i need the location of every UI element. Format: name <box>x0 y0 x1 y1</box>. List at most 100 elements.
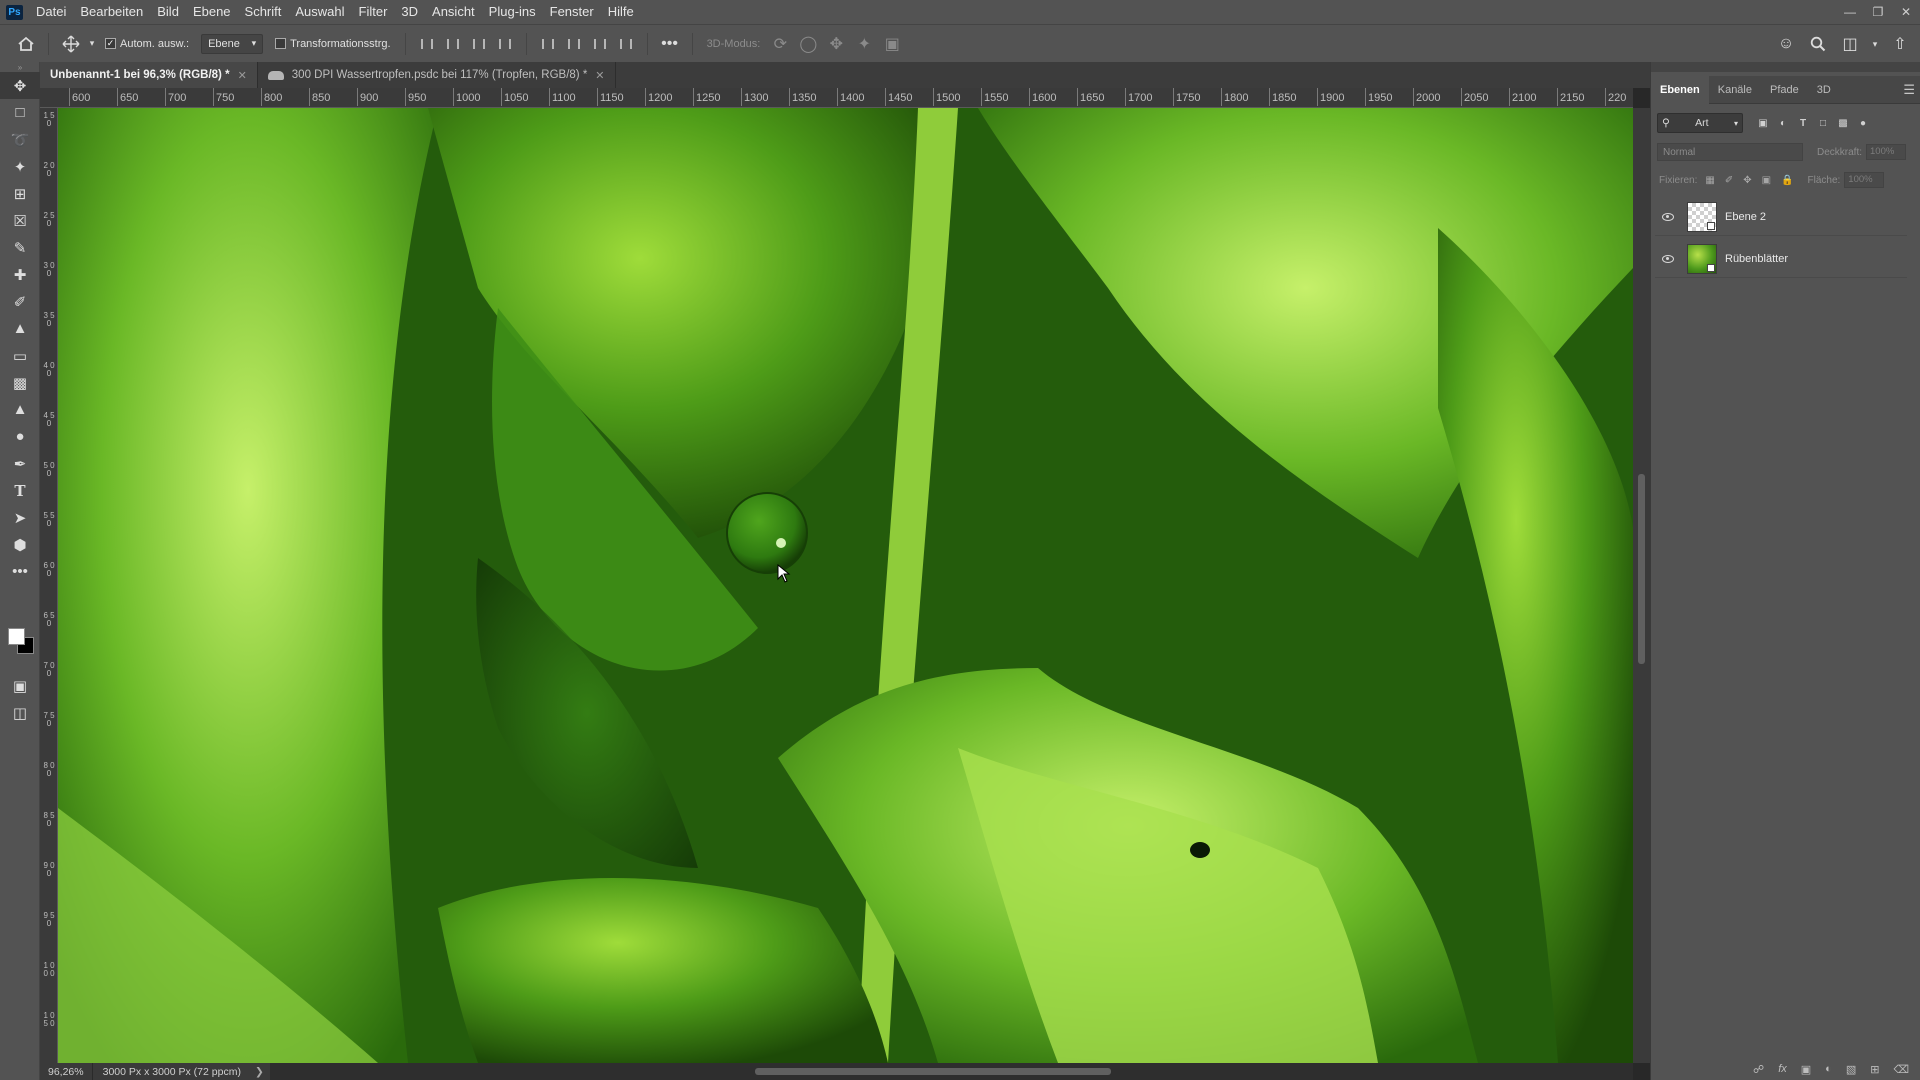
path-selection-tool-icon[interactable]: ➤ <box>0 504 40 531</box>
menu-ansicht[interactable]: Ansicht <box>425 0 482 24</box>
brush-tool-icon[interactable]: ✐ <box>0 288 40 315</box>
screen-mode-icon[interactable]: ◫ <box>0 699 40 726</box>
type-filter-icon[interactable]: T <box>1797 117 1809 129</box>
adjustment-filter-icon[interactable]: ◐ <box>1777 117 1789 129</box>
lock-artboard-icon[interactable]: ▣ <box>1762 175 1771 186</box>
marquee-tool-icon[interactable]: □ <box>0 99 40 126</box>
tab-document-1[interactable]: Unbenannt-1 bei 96,3% (RGB/8) * ✕ <box>40 62 258 88</box>
menu-hilfe[interactable]: Hilfe <box>601 0 641 24</box>
more-options-icon[interactable]: ••• <box>656 30 684 58</box>
horizontal-scrollbar[interactable] <box>270 1063 1633 1080</box>
shape-tool-icon[interactable]: ⬢ <box>0 531 40 558</box>
opacity-input[interactable]: 100% <box>1866 144 1907 160</box>
shape-filter-icon[interactable]: □ <box>1817 117 1829 129</box>
type-tool-icon[interactable]: T <box>0 477 40 504</box>
share-icon[interactable]: ⇧ <box>1886 30 1914 58</box>
lock-position-icon[interactable]: ✥ <box>1743 175 1751 186</box>
align-top-icon[interactable] <box>535 31 561 57</box>
menu-schrift[interactable]: Schrift <box>238 0 289 24</box>
healing-brush-tool-icon[interactable]: ✚ <box>0 261 40 288</box>
lock-pixels-icon[interactable]: ✐ <box>1725 175 1733 186</box>
close-tab-icon[interactable]: ✕ <box>595 69 604 82</box>
dodge-tool-icon[interactable]: ● <box>0 423 40 450</box>
menu-bearbeiten[interactable]: Bearbeiten <box>73 0 150 24</box>
menu-filter[interactable]: Filter <box>352 0 395 24</box>
fill-input[interactable]: 100% <box>1844 172 1885 188</box>
move-tool-preset-icon[interactable] <box>57 30 85 58</box>
align-middle-v-icon[interactable] <box>561 31 587 57</box>
align-bottom-icon[interactable] <box>587 31 613 57</box>
collapse-toolbar-icon[interactable]: » <box>0 62 40 72</box>
link-layers-icon[interactable]: ☍ <box>1753 1063 1764 1076</box>
pen-tool-icon[interactable]: ✒ <box>0 450 40 477</box>
stamp-tool-icon[interactable]: ▲ <box>0 315 40 342</box>
fx-icon[interactable]: fx <box>1778 1063 1787 1075</box>
tab-document-2[interactable]: 300 DPI Wassertropfen.psdc bei 117% (Tro… <box>258 62 616 88</box>
close-tab-icon[interactable]: ✕ <box>238 69 247 82</box>
distribute-v-icon[interactable] <box>613 31 639 57</box>
new-layer-icon[interactable]: ⊞ <box>1870 1063 1879 1076</box>
visibility-eye-icon[interactable] <box>1655 240 1681 278</box>
tab-ebenen[interactable]: Ebenen <box>1651 75 1709 104</box>
lock-all-icon[interactable]: 🔒 <box>1781 175 1793 186</box>
close-window-icon[interactable]: ✕ <box>1892 0 1920 24</box>
adjustment-layer-icon[interactable]: ◐ <box>1825 1063 1832 1075</box>
move-tool-icon[interactable]: ✥ <box>0 72 40 99</box>
blend-mode-select[interactable]: Normal <box>1657 143 1803 161</box>
pixel-filter-icon[interactable]: ▣ <box>1757 117 1769 129</box>
chevron-right-icon[interactable]: ❯ <box>255 1066 264 1078</box>
blur-tool-icon[interactable]: ▲ <box>0 396 40 423</box>
transform-controls-checkbox[interactable]: Transformationsstrg. <box>275 38 391 50</box>
target-select[interactable]: Ebene ▾ <box>201 33 264 54</box>
frame-tool-icon[interactable]: ☒ <box>0 207 40 234</box>
auto-select-checkbox[interactable]: ✓ Autom. ausw.: <box>105 38 189 50</box>
3d-pan-icon[interactable]: ✥ <box>822 30 850 58</box>
menu-auswahl[interactable]: Auswahl <box>288 0 351 24</box>
gradient-tool-icon[interactable]: ▩ <box>0 369 40 396</box>
eraser-tool-icon[interactable]: ▭ <box>0 342 40 369</box>
panel-collapse-bar[interactable] <box>1651 62 1920 72</box>
align-left-icon[interactable] <box>414 31 440 57</box>
document-canvas[interactable] <box>58 108 1633 1063</box>
3d-roll-icon[interactable]: ◯ <box>794 30 822 58</box>
menu-plugins[interactable]: Plug-ins <box>482 0 543 24</box>
menu-ebene[interactable]: Ebene <box>186 0 238 24</box>
layer-row[interactable]: Rübenblätter <box>1655 240 1907 278</box>
share-user-icon[interactable]: ☺ <box>1772 30 1800 58</box>
more-tools-icon[interactable]: ••• <box>0 558 40 585</box>
menu-datei[interactable]: Datei <box>29 0 73 24</box>
home-icon[interactable] <box>12 30 40 58</box>
lasso-tool-icon[interactable]: ➰ <box>0 126 40 153</box>
search-icon[interactable] <box>1804 30 1832 58</box>
align-right-icon[interactable] <box>466 31 492 57</box>
align-center-h-icon[interactable] <box>440 31 466 57</box>
eyedropper-tool-icon[interactable]: ✎ <box>0 234 40 261</box>
new-group-icon[interactable]: ▧ <box>1846 1063 1856 1076</box>
filter-toggle-icon[interactable]: ● <box>1857 117 1869 129</box>
color-swatches[interactable] <box>8 628 36 656</box>
ruler-horizontal[interactable]: 600 650 700 750 800 850 900 950 1000 105… <box>40 88 1633 108</box>
quick-mask-icon[interactable]: ▣ <box>0 672 40 699</box>
lock-transparency-icon[interactable]: ▦ <box>1705 175 1714 186</box>
distribute-icon[interactable] <box>492 31 518 57</box>
restore-icon[interactable]: ❐ <box>1864 0 1892 24</box>
tab-pfade[interactable]: Pfade <box>1761 76 1808 104</box>
menu-bild[interactable]: Bild <box>150 0 186 24</box>
magic-wand-tool-icon[interactable]: ✦ <box>0 153 40 180</box>
crop-tool-icon[interactable]: ⊞ <box>0 180 40 207</box>
add-mask-icon[interactable]: ▣ <box>1801 1063 1811 1076</box>
workspace-icon[interactable]: ◫ <box>1836 30 1864 58</box>
tab-kanaele[interactable]: Kanäle <box>1709 76 1761 104</box>
chevron-down-icon[interactable]: ▾ <box>85 30 99 58</box>
scroll-thumb[interactable] <box>755 1068 1111 1075</box>
foreground-color[interactable] <box>8 628 25 645</box>
zoom-level[interactable]: 96,26% <box>40 1063 93 1080</box>
tab-3d[interactable]: 3D <box>1808 76 1840 104</box>
minimize-icon[interactable]: — <box>1836 0 1864 24</box>
3d-camera-icon[interactable]: ▣ <box>878 30 906 58</box>
delete-layer-icon[interactable]: ⌫ <box>1893 1063 1909 1076</box>
menu-3d[interactable]: 3D <box>394 0 425 24</box>
menu-fenster[interactable]: Fenster <box>543 0 601 24</box>
chevron-down-icon[interactable]: ▾ <box>1868 30 1882 58</box>
layer-filter-select[interactable]: ⚲ Art ▾ <box>1657 113 1743 133</box>
